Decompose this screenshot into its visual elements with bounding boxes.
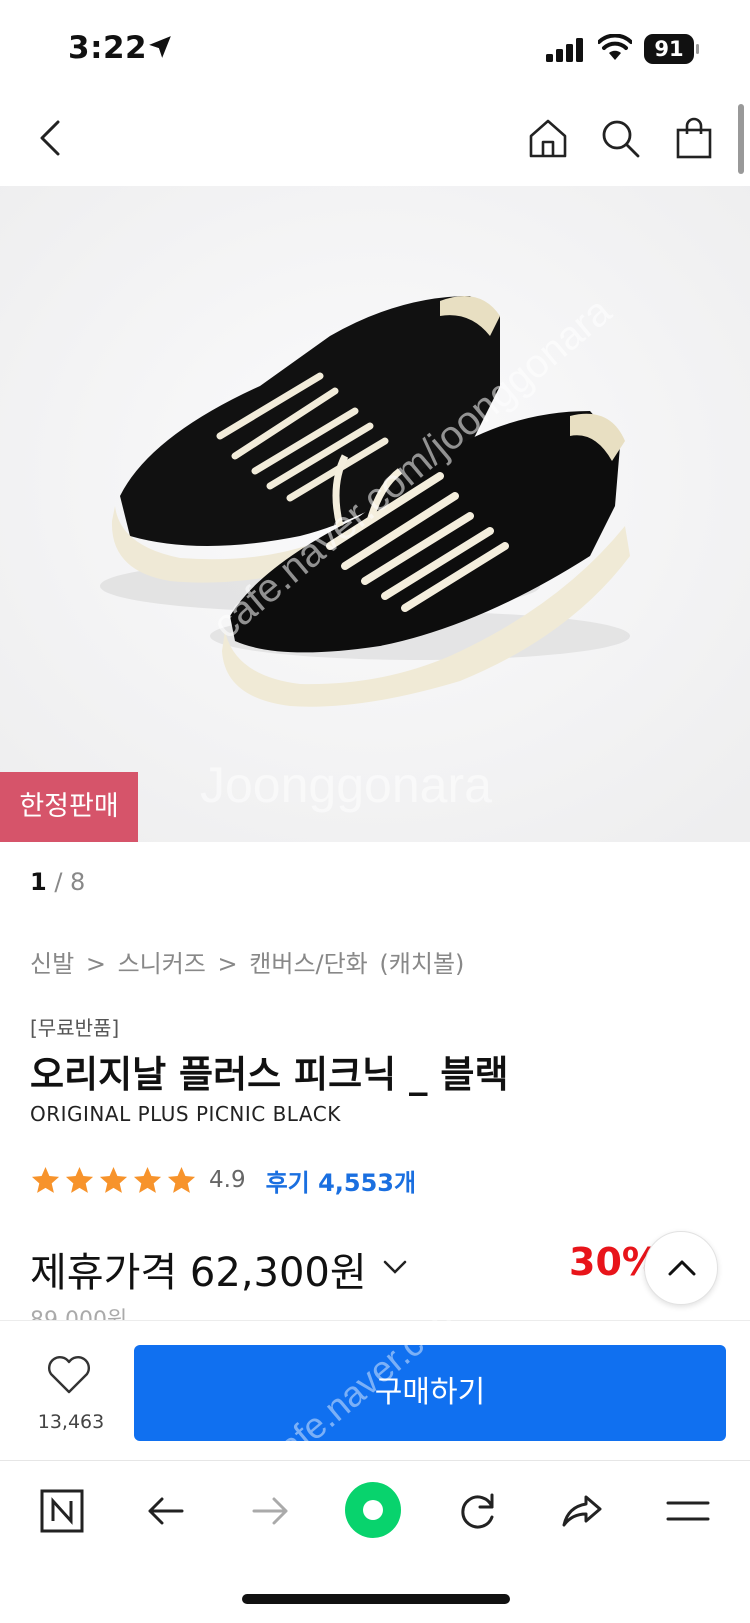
shopping-bag-icon[interactable] [672, 116, 716, 160]
breadcrumb-shoes[interactable]: 신발 [30, 950, 74, 978]
breadcrumb: 신발 > 스니커즈 > 캔버스/단화 (캐치볼) [30, 944, 468, 979]
breadcrumb-canvas[interactable]: 캔버스/단화 [249, 950, 368, 978]
partner-price: 제휴가격 62,300원 [30, 1250, 367, 1296]
product-title: 오리지날 플러스 피크닉 _ 블랙 [30, 1053, 509, 1096]
scroll-to-top-button[interactable] [644, 1231, 718, 1305]
menu-icon[interactable] [664, 1487, 712, 1535]
breadcrumb-separator: > [217, 950, 238, 978]
purchase-bar: 13,463 구매하기 cafe.naver.com/ [0, 1284, 750, 1479]
wifi-icon [598, 34, 632, 60]
star-icon [167, 1166, 196, 1193]
limited-edition-badge: 한정판매 [0, 772, 138, 842]
breadcrumb-brand[interactable]: (캐치볼) [379, 950, 464, 978]
browser-toolbar [0, 1460, 750, 1568]
chevron-down-icon[interactable] [382, 1258, 408, 1276]
buy-button[interactable]: 구매하기 [134, 1345, 726, 1441]
breadcrumb-sneakers[interactable]: 스니커즈 [118, 950, 206, 978]
star-icon [31, 1166, 60, 1193]
forward-arrow-icon[interactable] [246, 1487, 294, 1535]
like-count: 13,463 [37, 1411, 105, 1433]
heart-icon[interactable] [46, 1355, 92, 1395]
location-arrow-icon [149, 36, 171, 58]
status-time: 3:22 [68, 30, 148, 66]
home-icon[interactable] [526, 116, 570, 160]
search-icon[interactable] [598, 116, 642, 160]
price-row: 제휴가격 62,300원 30% [30, 1240, 730, 1300]
star-icon [133, 1166, 162, 1193]
chevron-up-icon [668, 1260, 696, 1276]
breadcrumb-separator: > [85, 950, 106, 978]
naver-icon[interactable] [38, 1487, 86, 1535]
battery-level: 91 [644, 34, 694, 64]
star-icon [65, 1166, 94, 1193]
product-image[interactable]: cafe.naver.com/joonggonara Joonggonara [0, 186, 750, 842]
share-icon[interactable] [558, 1487, 606, 1535]
rating-score: 4.9 [209, 1167, 246, 1193]
status-bar: 3:22 91 [0, 0, 750, 96]
back-icon[interactable] [30, 116, 74, 160]
back-arrow-icon[interactable] [142, 1487, 190, 1535]
pager-total: / 8 [54, 868, 86, 896]
free-return-label: [무료반품] [30, 1016, 120, 1040]
cell-signal-icon [546, 38, 583, 62]
original-price: 89,000원 [30, 1302, 127, 1320]
battery-icon: 91 [644, 34, 699, 64]
image-pager: 1 / 8 [30, 868, 85, 896]
scroll-indicator[interactable] [738, 104, 744, 174]
rating-stars [30, 1165, 197, 1196]
watermark-logo: Joonggonara [200, 757, 492, 813]
pager-current: 1 [30, 868, 47, 896]
star-icon [99, 1166, 128, 1193]
review-count-link[interactable]: 후기 4,553개 [266, 1163, 417, 1198]
rating-row: 4.9 후기 4,553개 [30, 1160, 416, 1200]
reload-icon[interactable] [454, 1487, 502, 1535]
green-dot-icon[interactable] [344, 1481, 402, 1539]
home-indicator[interactable] [242, 1594, 510, 1604]
product-english-name: ORIGINAL PLUS PICNIC BLACK [30, 1102, 341, 1126]
app-header [0, 96, 750, 186]
